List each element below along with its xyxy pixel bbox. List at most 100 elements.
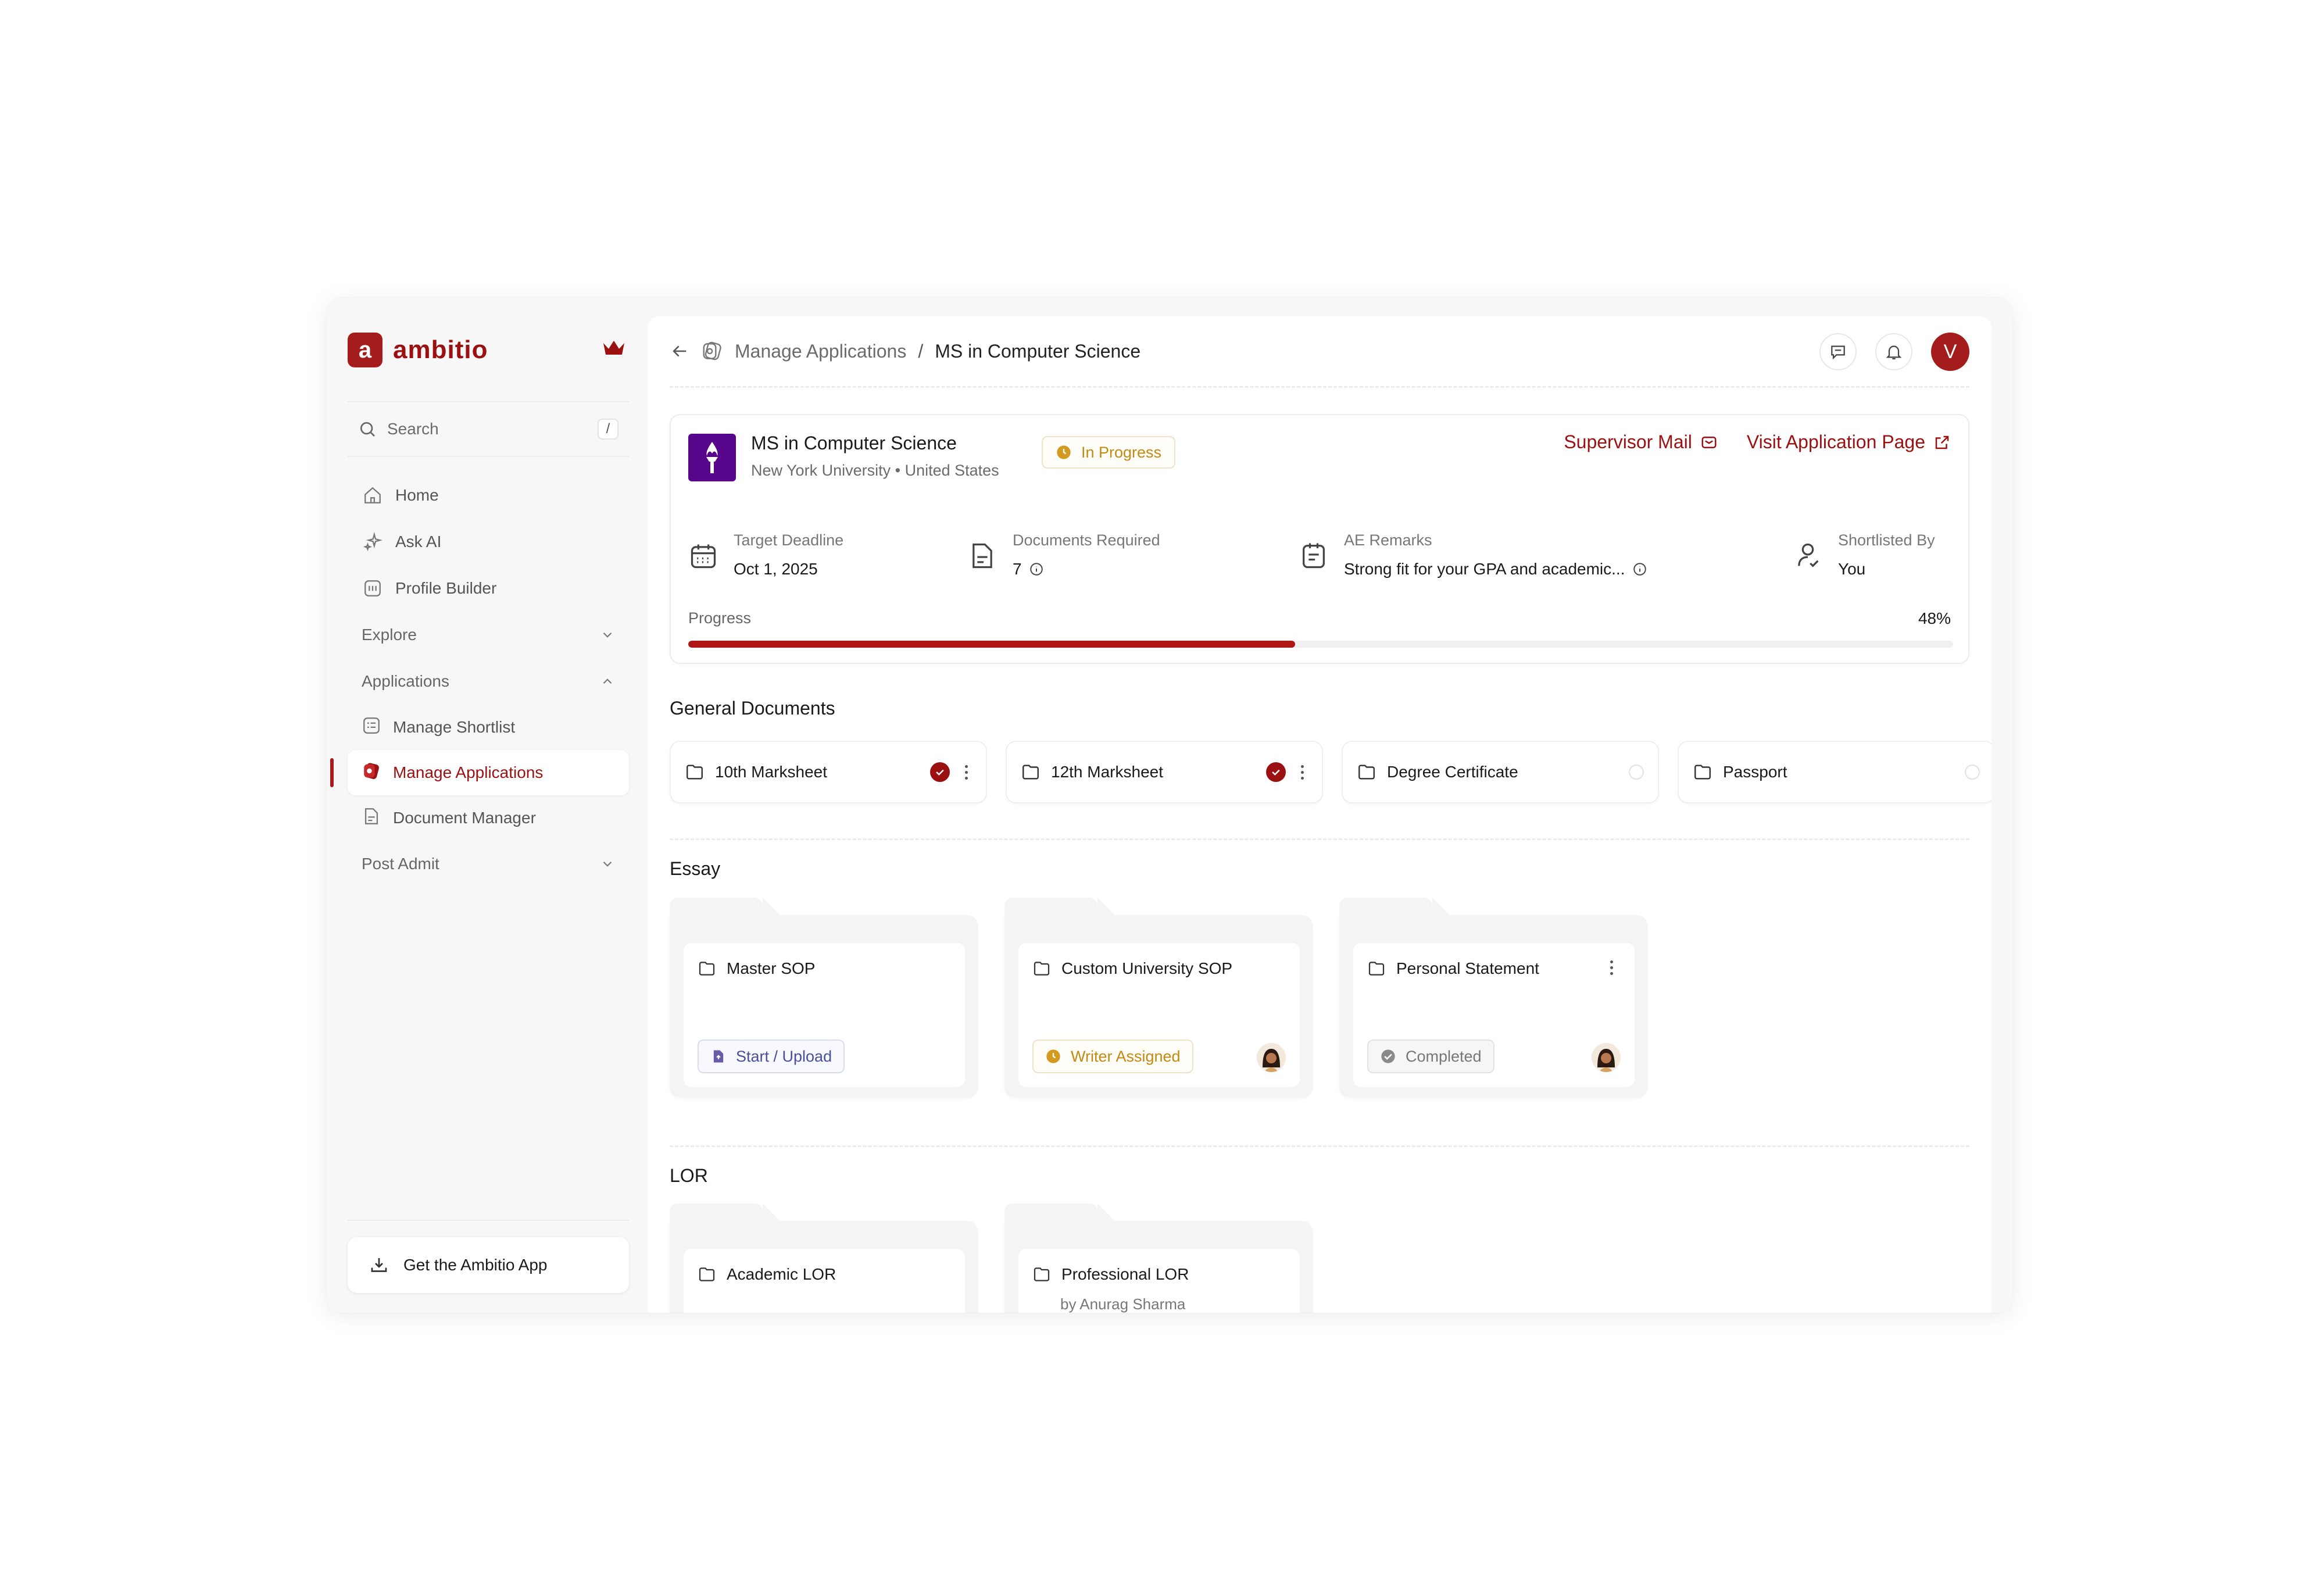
- program-title: MS in Computer Science: [751, 433, 957, 453]
- sidebar-group-post-admit[interactable]: Post Admit: [348, 841, 629, 887]
- sidebar-item-label: Manage Shortlist: [393, 718, 516, 736]
- back-arrow-icon[interactable]: [670, 341, 689, 361]
- sidebar-search[interactable]: Search /: [348, 401, 629, 457]
- mail-icon: [1701, 436, 1717, 448]
- sidebar-item-label: Ask AI: [395, 533, 442, 551]
- chat-icon: [1831, 345, 1845, 360]
- get-app-button[interactable]: Get the Ambitio App: [348, 1237, 629, 1293]
- folder-icon: [699, 1267, 715, 1281]
- clock-icon: [1046, 1049, 1060, 1063]
- university-name: New York University: [751, 462, 891, 479]
- brand[interactable]: a ambitio: [348, 333, 488, 367]
- more-options-icon[interactable]: [1296, 765, 1308, 780]
- progress-bar: [688, 641, 1953, 648]
- essay-row: Master SOP Start / Upload Custom Univers…: [670, 898, 1647, 1098]
- visit-application-label: Visit Application Page: [1746, 431, 1925, 452]
- sidebar-item-ask-ai[interactable]: Ask AI: [348, 519, 629, 565]
- torch-icon: [706, 442, 718, 473]
- sidebar-group-applications[interactable]: Applications: [348, 658, 629, 705]
- search-shortcut: /: [598, 419, 618, 440]
- notifications-button[interactable]: [1875, 333, 1912, 370]
- chevron-up-icon: [603, 678, 612, 684]
- remarks-label: AE Remarks: [1344, 531, 1432, 549]
- program-subtitle: New York University • United States: [751, 462, 999, 480]
- lor-card-professional[interactable]: Professional LOR by Anurag Sharma: [1004, 1203, 1313, 1313]
- shortlisted-value: You: [1838, 560, 1866, 578]
- completed-label: Completed: [1406, 1047, 1482, 1065]
- country-name: United States: [904, 462, 999, 479]
- sidebar-item-manage-applications[interactable]: Manage Applications: [330, 750, 629, 795]
- document-card-10th[interactable]: 10th Marksheet: [670, 741, 987, 803]
- progress-label: Progress: [688, 609, 752, 627]
- folder-icon: [1034, 1267, 1050, 1281]
- progress-fill: [688, 641, 1296, 648]
- section-title-general: General Documents: [670, 698, 835, 719]
- sidebar-item-manage-shortlist[interactable]: Manage Shortlist: [348, 705, 629, 750]
- info-icon[interactable]: [1632, 562, 1647, 577]
- document-card-passport[interactable]: Passport: [1678, 741, 1992, 803]
- lor-row: Academic LOR Professional LOR by Anurag …: [670, 1203, 1313, 1313]
- top-actions: V: [1819, 333, 1969, 371]
- breadcrumb-parent[interactable]: Manage Applications: [735, 341, 906, 362]
- crown-icon[interactable]: [601, 337, 627, 358]
- status-badge: In Progress: [1042, 436, 1176, 469]
- essay-card-personal-statement[interactable]: Personal Statement Completed: [1339, 898, 1647, 1098]
- sidebar-item-document-manager[interactable]: Document Manager: [348, 795, 629, 841]
- group-label: Post Admit: [362, 855, 439, 873]
- supervisor-mail-label: Supervisor Mail: [1564, 431, 1692, 452]
- bell-icon: [1886, 345, 1902, 360]
- essay-title: Personal Statement: [1396, 959, 1539, 977]
- sidebar-item-label: Home: [395, 486, 439, 504]
- calendar-icon: [691, 544, 716, 569]
- lor-card-academic[interactable]: Academic LOR: [670, 1203, 978, 1313]
- sidebar-item-label: Manage Applications: [393, 763, 544, 781]
- meta-deadline: Target Deadline Oct 1, 2025: [688, 531, 843, 578]
- folder-icon: [1358, 765, 1375, 780]
- visit-application-link[interactable]: Visit Application Page: [1747, 431, 1951, 453]
- folder-content: Academic LOR: [684, 1249, 965, 1313]
- more-options-icon[interactable]: [960, 765, 972, 780]
- sidebar-item-home[interactable]: Home: [348, 472, 629, 519]
- sidebar-nav: Home Ask AI Profile Builder Explore Appl…: [330, 472, 629, 887]
- essay-card-master-sop[interactable]: Master SOP Start / Upload: [670, 898, 978, 1098]
- folder-icon: [687, 765, 703, 780]
- sidebar-item-profile-builder[interactable]: Profile Builder: [348, 565, 629, 612]
- writer-avatar[interactable]: [1257, 1043, 1286, 1072]
- writer-assigned-label: Writer Assigned: [1071, 1047, 1181, 1065]
- folder-icon: [699, 962, 715, 976]
- start-upload-button[interactable]: Start / Upload: [698, 1040, 845, 1073]
- essay-card-custom-sop[interactable]: Custom University SOP Writer Assigned: [1004, 898, 1313, 1098]
- document-card-degree[interactable]: Degree Certificate: [1342, 741, 1659, 803]
- check-icon: [1266, 762, 1286, 782]
- university-logo: [688, 434, 736, 481]
- user-avatar[interactable]: V: [1931, 333, 1969, 371]
- status-label: In Progress: [1081, 443, 1162, 461]
- sidebar-divider: [348, 1220, 629, 1221]
- main-panel: Manage Applications / MS in Computer Sci…: [648, 316, 1992, 1313]
- document-card-12th[interactable]: 12th Marksheet: [1006, 741, 1323, 803]
- search-label: Search: [387, 420, 439, 438]
- writer-avatar[interactable]: [1592, 1043, 1621, 1072]
- sidebar-group-explore[interactable]: Explore: [348, 612, 629, 658]
- chat-button[interactable]: [1819, 333, 1857, 370]
- deadline-label: Target Deadline: [734, 531, 844, 549]
- remarks-value-row: Strong fit for your GPA and academic...: [1344, 560, 1647, 578]
- more-options-icon[interactable]: [1606, 960, 1617, 975]
- documents-label: Documents Required: [1013, 531, 1160, 549]
- shortlisted-label: Shortlisted By: [1838, 531, 1935, 549]
- divider: [670, 1145, 1969, 1147]
- info-icon[interactable]: [1029, 562, 1044, 577]
- folder-icon: [1034, 962, 1050, 976]
- group-label: Applications: [362, 672, 449, 690]
- search-icon: [360, 422, 375, 437]
- supervisor-mail-link[interactable]: Supervisor Mail: [1564, 431, 1718, 453]
- essay-title-row: Master SOP: [698, 959, 815, 978]
- sidebar-item-label: Profile Builder: [395, 579, 497, 597]
- folder-icon: [1022, 765, 1039, 780]
- external-link-icon: [1935, 435, 1949, 449]
- check-icon: [930, 762, 950, 782]
- start-upload-label: Start / Upload: [736, 1047, 832, 1065]
- applications-icon: [362, 761, 381, 785]
- documents-value-row: 7: [1013, 560, 1160, 578]
- meta-documents: Documents Required 7: [967, 531, 1160, 578]
